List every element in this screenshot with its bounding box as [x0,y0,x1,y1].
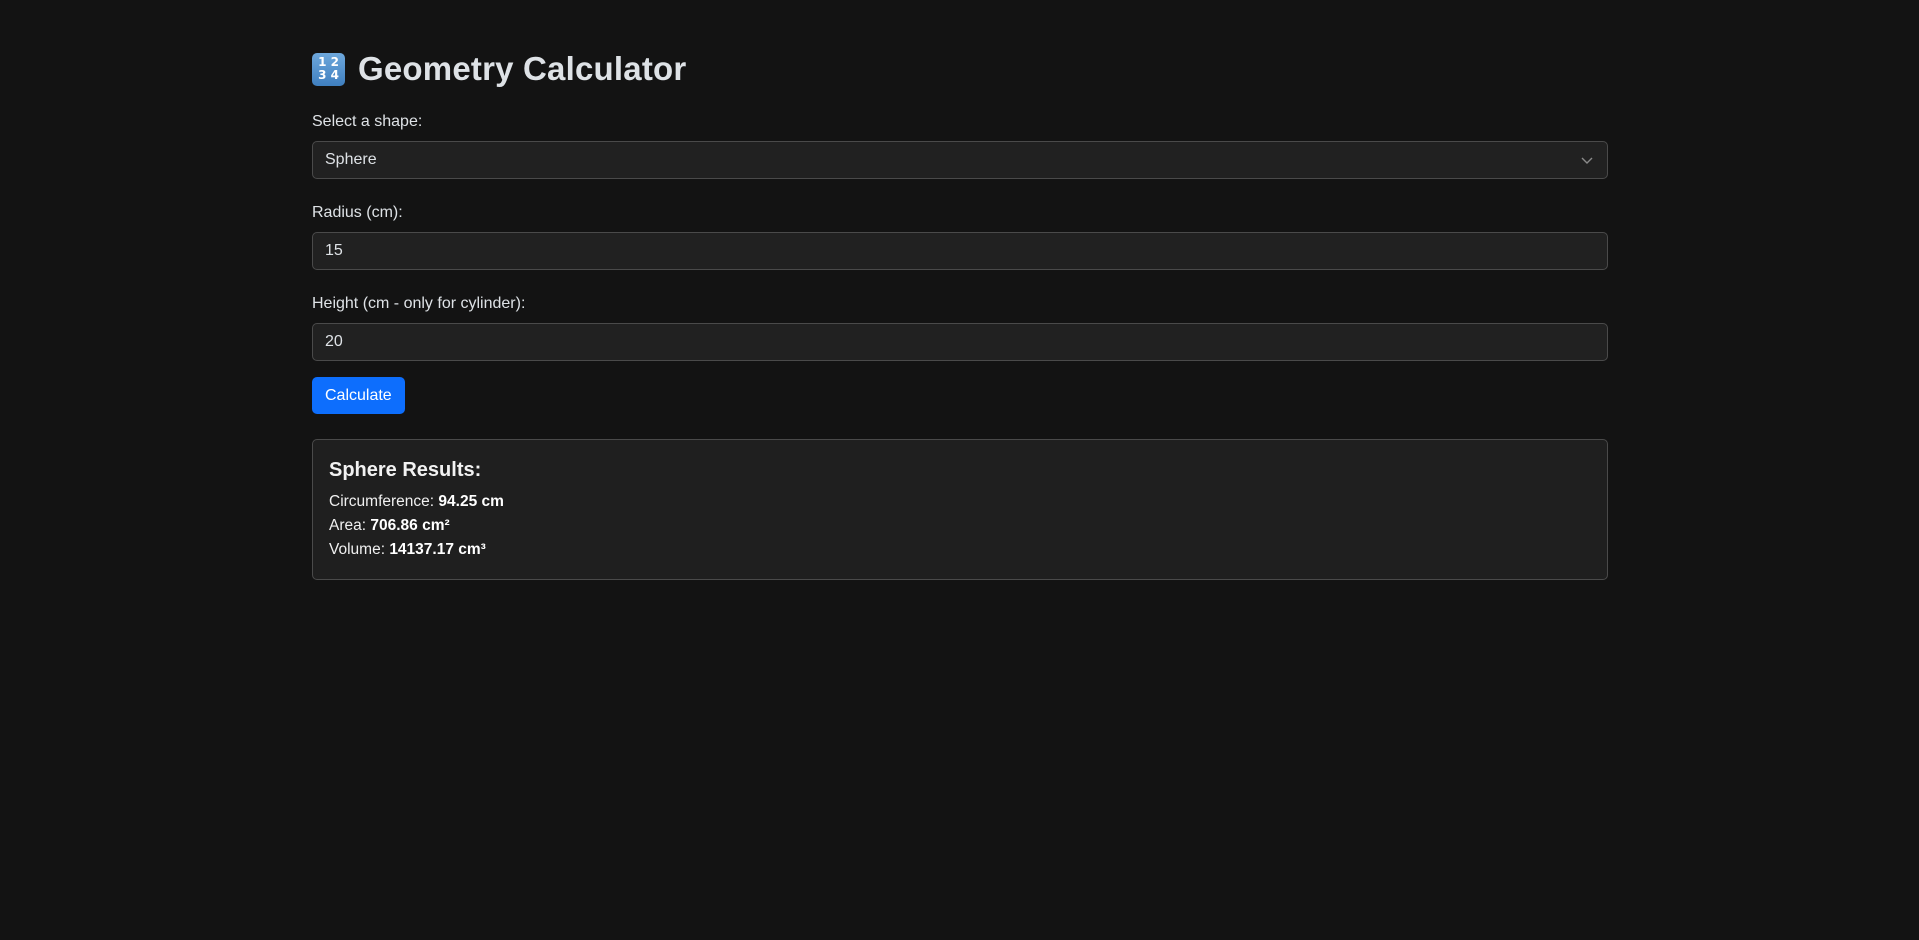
calculator-container: 1 2 3 4 Geometry Calculator Select a sha… [312,0,1608,580]
circumference-value: 94.25 cm [438,493,504,510]
calculate-button[interactable]: Calculate [312,377,405,414]
icon-digit: 4 [330,68,339,82]
result-area: Area: 706.86 cm² [329,514,1591,538]
icon-digit: 2 [330,54,339,69]
radius-input-value: 15 [325,242,343,259]
results-card: Sphere Results: Circumference: 94.25 cm … [312,439,1608,580]
volume-value: 14137.17 cm³ [389,541,486,558]
results-title: Sphere Results: [329,459,482,481]
height-label: Height (cm - only for cylinder): [312,295,526,312]
result-circumference: Circumference: 94.25 cm [329,490,1591,514]
area-label: Area: [329,517,371,534]
chevron-down-icon [1581,157,1593,164]
area-value: 706.86 cm² [370,517,450,534]
radius-input[interactable]: 15 [312,232,1608,270]
radius-label: Radius (cm): [312,204,403,221]
shape-select[interactable]: Sphere [312,141,1608,179]
icon-digit: 1 [318,54,327,69]
result-volume: Volume: 14137.17 cm³ [329,538,1591,562]
title-row: 1 2 3 4 Geometry Calculator [312,50,1608,88]
height-input[interactable]: 20 [312,323,1608,361]
circumference-label: Circumference: [329,493,439,510]
input-numbers-icon: 1 2 3 4 [312,52,345,86]
height-input-value: 20 [325,333,343,350]
shape-select-label: Select a shape: [312,113,423,130]
icon-digit: 3 [318,68,327,82]
page-title: Geometry Calculator [358,50,687,87]
volume-label: Volume: [329,541,390,558]
shape-select-value: Sphere [325,151,377,168]
